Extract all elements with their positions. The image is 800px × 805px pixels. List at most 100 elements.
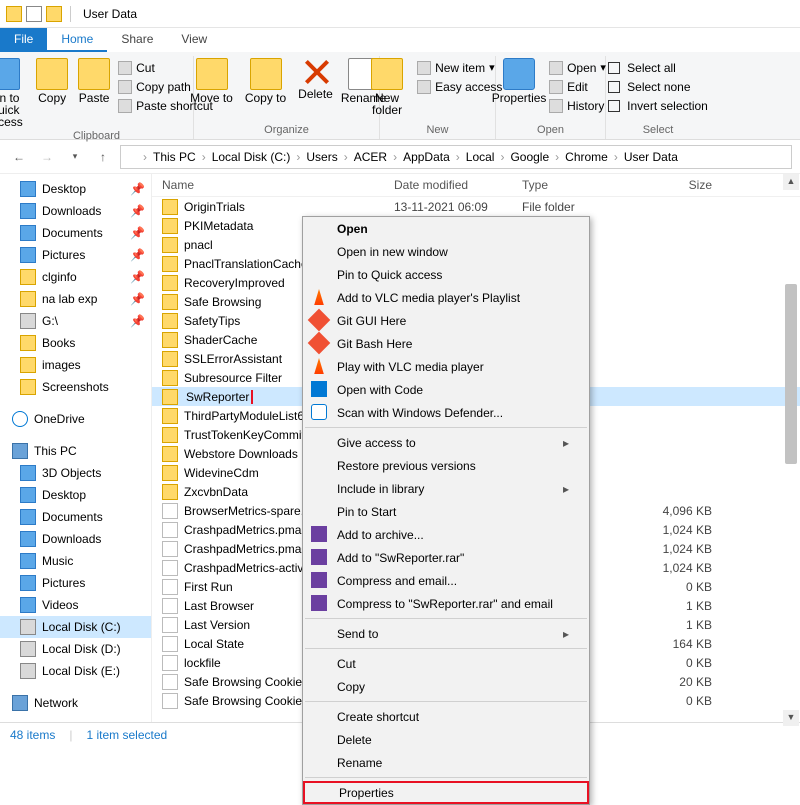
tree-desktop[interactable]: Desktop📌 (0, 178, 151, 200)
ctx-cut[interactable]: Cut (303, 652, 589, 675)
move-to-button[interactable]: Move to (188, 58, 236, 104)
tree-documents[interactable]: Documents📌 (0, 222, 151, 244)
tree-downloads2[interactable]: Downloads (0, 528, 151, 550)
bc-userdata[interactable]: User Data (622, 150, 680, 164)
tree-nalab[interactable]: na lab exp📌 (0, 288, 151, 310)
forward-button[interactable]: → (36, 146, 58, 168)
qat-newfolder-icon[interactable] (46, 6, 62, 22)
col-size[interactable]: Size (632, 178, 722, 192)
tree-g[interactable]: G:\📌 (0, 310, 151, 332)
ctx-git-bash[interactable]: Git Bash Here (303, 332, 589, 355)
recent-button[interactable]: ▾ (64, 146, 86, 168)
tree-localdisk-e[interactable]: Local Disk (E:) (0, 660, 151, 682)
ctx-pin-start[interactable]: Pin to Start (303, 500, 589, 523)
edit-button[interactable]: Edit (549, 79, 606, 95)
tree-clginfo[interactable]: clginfo📌 (0, 266, 151, 288)
tree-thispc[interactable]: This PC (0, 440, 151, 462)
ctx-git-gui[interactable]: Git GUI Here (303, 309, 589, 332)
file-row[interactable]: OriginTrials 13-11-2021 06:09 File folde… (152, 197, 800, 216)
select-all-button[interactable]: Select all (608, 60, 708, 76)
tree-downloads[interactable]: Downloads📌 (0, 200, 151, 222)
scroll-thumb[interactable] (785, 284, 797, 464)
ctx-create-shortcut[interactable]: Create shortcut (303, 705, 589, 728)
qat-properties-icon[interactable] (26, 6, 42, 22)
move-icon (196, 58, 228, 90)
tree-images[interactable]: images (0, 354, 151, 376)
ctx-add-rar[interactable]: Add to "SwReporter.rar" (303, 546, 589, 569)
ctx-include-library[interactable]: Include in library▸ (303, 477, 589, 500)
file-type: File folder (522, 200, 632, 214)
tree-books[interactable]: Books (0, 332, 151, 354)
ctx-vlc-play[interactable]: Play with VLC media player (303, 355, 589, 378)
ctx-add-archive[interactable]: Add to archive... (303, 523, 589, 546)
bc-google[interactable]: Google (508, 150, 551, 164)
col-type[interactable]: Type (522, 178, 632, 192)
tree-pictures[interactable]: Pictures📌 (0, 244, 151, 266)
up-button[interactable]: ↑ (92, 146, 114, 168)
ctx-vlc-playlist[interactable]: Add to VLC media player's Playlist (303, 286, 589, 309)
ctx-defender[interactable]: Scan with Windows Defender... (303, 401, 589, 424)
tree-3dobjects[interactable]: 3D Objects (0, 462, 151, 484)
ctx-rename[interactable]: Rename (303, 751, 589, 774)
title-bar: User Data (0, 0, 800, 28)
bc-chrome[interactable]: Chrome (563, 150, 610, 164)
bc-c[interactable]: Local Disk (C:) (210, 150, 293, 164)
nav-tree[interactable]: Desktop📌 Downloads📌 Documents📌 Pictures📌… (0, 174, 152, 726)
bc-local[interactable]: Local (464, 150, 497, 164)
history-button[interactable]: History (549, 98, 606, 114)
paste-icon (78, 58, 110, 90)
scroll-down-button[interactable]: ▼ (783, 710, 799, 726)
app-icon (6, 6, 22, 22)
tree-music[interactable]: Music (0, 550, 151, 572)
open-button[interactable]: Open ▾ (549, 60, 606, 76)
tab-view[interactable]: View (167, 28, 221, 52)
ctx-compress-rar-email[interactable]: Compress to "SwReporter.rar" and email (303, 592, 589, 615)
tab-home[interactable]: Home (47, 28, 107, 52)
tree-documents2[interactable]: Documents (0, 506, 151, 528)
ctx-pin-quick[interactable]: Pin to Quick access (303, 263, 589, 286)
bc-appdata[interactable]: AppData (401, 150, 452, 164)
ctx-delete[interactable]: Delete (303, 728, 589, 751)
rar-icon (311, 595, 327, 611)
ctx-open-new-window[interactable]: Open in new window (303, 240, 589, 263)
delete-button[interactable]: Delete (296, 58, 336, 100)
bc-acer[interactable]: ACER (352, 150, 389, 164)
tree-pictures2[interactable]: Pictures (0, 572, 151, 594)
tree-videos[interactable]: Videos (0, 594, 151, 616)
ctx-send-to[interactable]: Send to▸ (303, 622, 589, 645)
new-folder-button[interactable]: New folder (363, 58, 411, 116)
tree-network[interactable]: Network (0, 692, 151, 714)
vertical-scrollbar[interactable]: ▲ ▼ (783, 174, 799, 726)
bc-users[interactable]: Users (304, 150, 339, 164)
ctx-restore[interactable]: Restore previous versions (303, 454, 589, 477)
ctx-compress-email[interactable]: Compress and email... (303, 569, 589, 592)
back-button[interactable]: ← (8, 146, 30, 168)
ctx-open[interactable]: Open (303, 217, 589, 240)
ctx-copy[interactable]: Copy (303, 675, 589, 698)
select-group-label: Select (612, 122, 704, 139)
file-icon (162, 522, 178, 538)
paste-button[interactable]: Paste (76, 58, 112, 104)
copy-to-button[interactable]: Copy to (242, 58, 290, 104)
tab-file[interactable]: File (0, 28, 47, 52)
ctx-properties[interactable]: Properties (303, 781, 589, 804)
scroll-up-button[interactable]: ▲ (783, 174, 799, 190)
tree-screenshots[interactable]: Screenshots (0, 376, 151, 398)
tree-localdisk-c[interactable]: Local Disk (C:) (0, 616, 151, 638)
col-name[interactable]: Name (162, 178, 394, 192)
invert-selection-button[interactable]: Invert selection (608, 98, 708, 114)
properties-button[interactable]: Properties (495, 58, 543, 104)
pin-quick-access-button[interactable]: Pin to Quick access (0, 58, 28, 128)
col-date[interactable]: Date modified (394, 178, 522, 192)
ctx-vscode[interactable]: Open with Code (303, 378, 589, 401)
copy-button[interactable]: Copy (34, 58, 70, 104)
tab-share[interactable]: Share (107, 28, 167, 52)
select-none-button[interactable]: Select none (608, 79, 708, 95)
breadcrumb[interactable]: › This PC› Local Disk (C:)› Users› ACER›… (120, 145, 792, 169)
tree-desktop2[interactable]: Desktop (0, 484, 151, 506)
tree-onedrive[interactable]: OneDrive (0, 408, 151, 430)
tree-localdisk-d[interactable]: Local Disk (D:) (0, 638, 151, 660)
column-headers[interactable]: Name Date modified Type Size (152, 174, 800, 197)
ctx-give-access[interactable]: Give access to▸ (303, 431, 589, 454)
bc-thispc[interactable]: This PC (151, 150, 198, 164)
